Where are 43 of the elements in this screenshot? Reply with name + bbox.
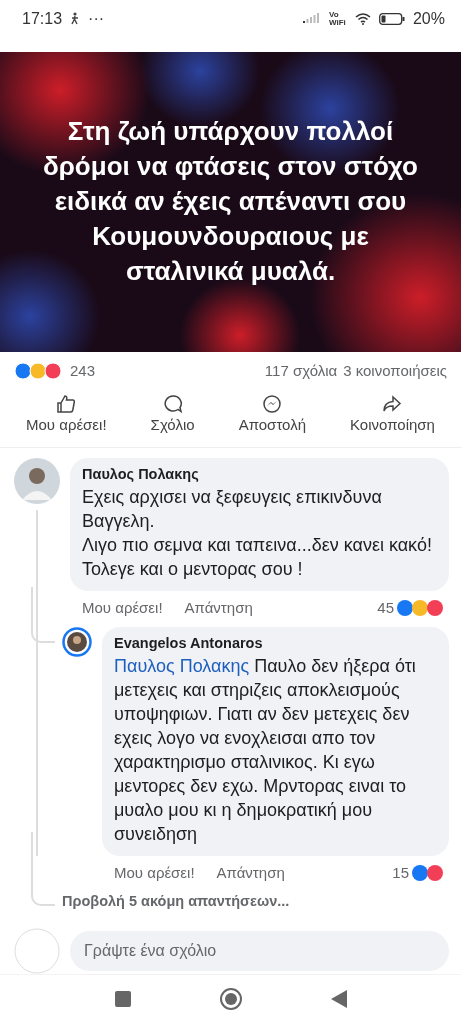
comment-text: Εχεις αρχισει να ξεφευγεις επικινδυνα Βαγγελη. bbox=[82, 485, 383, 533]
comment-text: Λιγο πιο σεμνα και ταπεινα...δεν κανει κακό! bbox=[82, 533, 433, 557]
more-indicator: ··· bbox=[88, 9, 105, 28]
network-label: Vo WiFi bbox=[328, 10, 347, 27]
thumbs-up-icon bbox=[56, 393, 77, 414]
comment-action-button[interactable]: Σχόλιο bbox=[146, 391, 199, 435]
like-link[interactable]: Μου αρέσει! bbox=[82, 599, 163, 617]
like-action-button[interactable]: Μου αρέσει! bbox=[22, 391, 111, 435]
battery-icon bbox=[378, 12, 405, 25]
reaction-icons bbox=[411, 863, 445, 882]
send-action-button[interactable]: Αποστολή bbox=[234, 391, 310, 435]
recent-apps-icon[interactable] bbox=[114, 991, 131, 1008]
battery-percent: 20% bbox=[412, 9, 445, 28]
reaction-count[interactable]: 243 bbox=[70, 362, 96, 380]
like-link[interactable]: Μου αρέσει! bbox=[114, 864, 195, 882]
avatar[interactable] bbox=[62, 626, 92, 657]
avatar[interactable] bbox=[14, 457, 60, 504]
reaction-count[interactable]: 15 bbox=[392, 864, 409, 882]
comment-author[interactable]: Παυλος Πολακης bbox=[82, 465, 437, 482]
mention-link[interactable]: Παυλος Πολακης bbox=[114, 655, 250, 676]
share-icon bbox=[382, 393, 403, 414]
comment-input-field[interactable]: Γράψτε ένα σχόλιο bbox=[70, 930, 449, 971]
comment-count[interactable]: 117 σχόλια bbox=[264, 362, 338, 380]
image-caption: Στη ζωή υπάρχουν πολλοί δρόμοι να φτάσεις στον στόχο ειδικά αν έχεις απέναντι σου Κουμουνδουραιους με σταλινικά μυαλά. bbox=[42, 115, 419, 289]
wifi-icon bbox=[354, 12, 371, 25]
comment-text: Τολεγε και ο μεντορας σου ! bbox=[82, 557, 304, 581]
reply-link[interactable]: Απάντηση bbox=[216, 864, 285, 882]
reaction-icons bbox=[396, 598, 445, 617]
speech-bubble-icon bbox=[162, 393, 183, 414]
clock: 17:13 bbox=[22, 9, 63, 28]
reaction-icons bbox=[14, 361, 64, 380]
comment-author[interactable]: Evangelos Antonaros bbox=[114, 634, 437, 651]
share-action-button[interactable]: Κοινοποίηση bbox=[346, 391, 439, 435]
reaction-count[interactable]: 45 bbox=[377, 599, 394, 617]
signal-icon bbox=[302, 13, 321, 25]
share-count[interactable]: 3 κοινοποιήσεις bbox=[343, 362, 447, 380]
back-icon[interactable] bbox=[330, 990, 347, 1009]
comment-text: Παυλος Πολακης Παυλο δεν ήξερα ότι μετεχεις και στηριζεις αποκλεισμούς υποψηφιων. Γιατι αν δεν μετεχεις δεν εχεις λογο να ενοχλεισαι απο τον χαρακτηρισμο σταλινικος. Κι εγω μεντορες δεν εχω. Μρντορας ειναι το μυαλο μου κι η δημοκρατική μου συνειδηση bbox=[114, 654, 417, 846]
home-icon[interactable] bbox=[218, 987, 243, 1012]
reply-link[interactable]: Απάντηση bbox=[184, 599, 253, 617]
messenger-icon bbox=[262, 393, 283, 414]
view-more-replies-link[interactable]: Προβολή 5 ακόμη απαντήσεων... bbox=[62, 892, 290, 909]
walking-person-icon bbox=[70, 12, 81, 26]
